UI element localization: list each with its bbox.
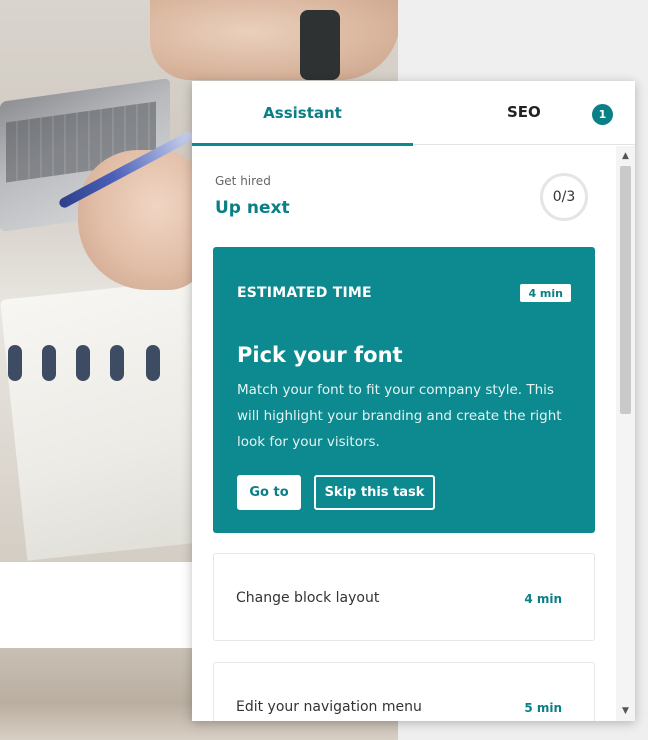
go-to-button[interactable]: Go to [237,475,301,510]
chevron-up-icon[interactable]: ▲ [616,148,635,164]
notebook-ring [8,345,22,381]
photo-writing-hand [78,150,208,290]
tab-seo[interactable]: SEO 1 [413,81,635,145]
tab-assistant[interactable]: Assistant [192,81,413,146]
task-time: 4 min [524,592,562,606]
progress-text: 0/3 [552,189,576,205]
task-description: Match your font to fit your company styl… [237,382,562,450]
time-badge: 4 min [520,284,571,302]
tab-assistant-label: Assistant [263,104,342,122]
tab-seo-label: SEO [507,103,541,121]
skip-task-button[interactable]: Skip this task [314,475,435,510]
photo-hand [150,0,398,80]
notebook-ring [76,345,90,381]
seo-count-badge: 1 [592,104,613,125]
panel-content: Get hired Up next 0/3 ESTIMATED TIME 4 m… [192,146,616,721]
task-item[interactable]: Change block layout 4 min [213,553,595,641]
notebook-ring [146,345,160,381]
notebook-ring [42,345,56,381]
notebook-ring [110,345,124,381]
progress-indicator: 0/3 [540,173,588,221]
task-item[interactable]: Edit your navigation menu 5 min [213,662,595,721]
section-title: Up next [215,198,290,218]
task-name: Edit your navigation menu [236,699,422,715]
chevron-down-icon[interactable]: ▼ [616,703,635,719]
estimated-time-label: ESTIMATED TIME [237,285,372,301]
photo-watch [300,10,340,80]
task-title: Pick your font [237,343,403,367]
task-name: Change block layout [236,590,380,606]
scrollbar-thumb[interactable] [620,166,631,414]
panel-scrollbar[interactable]: ▲ ▼ [616,146,635,721]
section-eyebrow: Get hired [215,174,271,188]
assistant-panel: Assistant SEO 1 Get hired Up next 0/3 ES… [192,81,635,721]
current-task-card: ESTIMATED TIME 4 min Pick your font Matc… [213,247,595,533]
task-time: 5 min [524,701,562,715]
panel-tabs: Assistant SEO 1 [192,81,635,146]
